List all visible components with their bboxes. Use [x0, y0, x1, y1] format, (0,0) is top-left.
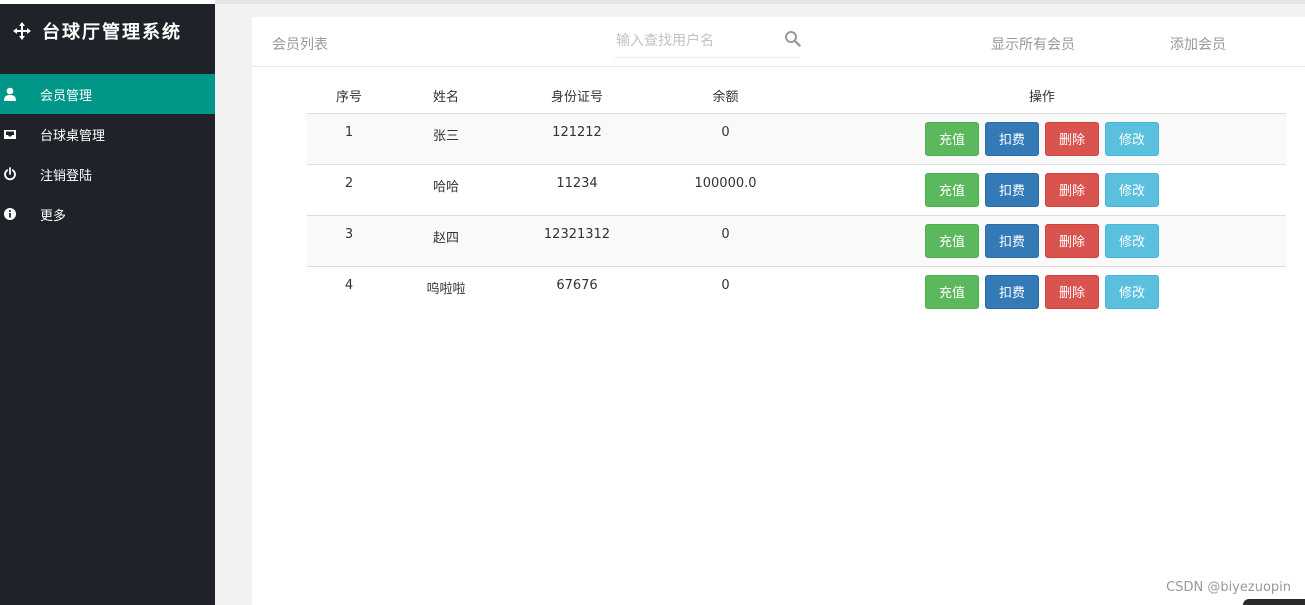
column-header-name: 姓名	[391, 79, 501, 114]
table-header-row: 序号 姓名 身份证号 余额 操作	[307, 79, 1286, 114]
page-title: 会员列表	[272, 37, 328, 53]
cell-operations: 充值 扣费 删除 修改	[798, 113, 1286, 165]
cell-index: 2	[307, 164, 391, 216]
user-icon	[3, 87, 17, 101]
sidebar-item-label: 注销登陆	[40, 168, 93, 184]
panel-header: 会员列表 显示所有会员 添加会员	[252, 17, 1305, 67]
cell-name: 呜啦啦	[426, 281, 466, 297]
table-row: 1 张三 121212 0 充值 扣费 删除 修改	[307, 113, 1286, 165]
delete-button[interactable]: 删除	[1045, 223, 1099, 258]
edit-button[interactable]: 修改	[1105, 172, 1159, 207]
delete-button[interactable]: 删除	[1045, 121, 1099, 156]
cell-id-number: 121212	[501, 113, 653, 165]
cell-id-number: 11234	[501, 164, 653, 216]
cell-name: 哈哈	[391, 164, 501, 216]
add-member-link[interactable]: 添加会员	[1170, 34, 1226, 54]
sidebar-item-label: 台球桌管理	[40, 128, 106, 144]
recharge-button[interactable]: 充值	[925, 172, 979, 207]
members-table: 序号 姓名 身份证号 余额 操作 1 张三 121212 0 充值 扣费 删除 …	[307, 79, 1286, 317]
sidebar-item-member-management[interactable]: 会员管理	[0, 74, 215, 114]
cell-balance: 0	[653, 113, 798, 165]
watermark: CSDN @biyezuopin	[1166, 580, 1291, 595]
recharge-button[interactable]: 充值	[925, 121, 979, 156]
app-title-text: 台球厅管理系统	[42, 22, 182, 43]
info-icon	[3, 207, 17, 221]
cell-operations: 充值 扣费 删除 修改	[798, 164, 1286, 216]
cell-index: 3	[307, 215, 391, 267]
table-row: 4 呜啦啦 67676 0 充值 扣费 删除 修改	[307, 266, 1286, 317]
recharge-button[interactable]: 充值	[925, 274, 979, 309]
cell-id-number: 67676	[556, 277, 598, 293]
top-divider	[215, 0, 1305, 4]
edit-button[interactable]: 修改	[1105, 223, 1159, 258]
search-box	[614, 27, 802, 58]
app-title: 台球厅管理系统	[12, 16, 182, 46]
column-header-operations: 操作	[798, 79, 1286, 114]
edit-button[interactable]: 修改	[1105, 274, 1159, 309]
cell-id-number: 12321312	[501, 215, 653, 267]
edit-button[interactable]: 修改	[1105, 121, 1159, 156]
cell-balance: 0	[721, 277, 730, 293]
search-input[interactable]	[614, 27, 774, 55]
cell-name: 张三	[391, 113, 501, 165]
corner-decoration	[1243, 599, 1305, 605]
cell-balance: 0	[653, 215, 798, 267]
delete-button[interactable]: 删除	[1045, 274, 1099, 309]
table-row: 2 哈哈 11234 100000.0 充值 扣费 删除 修改	[307, 164, 1286, 216]
cell-operations: 充值 扣费 删除 修改	[798, 266, 1286, 317]
sidebar-nav: 会员管理 台球桌管理 注销登陆 更多	[0, 74, 215, 234]
power-icon	[3, 167, 17, 181]
column-header-index: 序号	[307, 79, 391, 114]
recharge-button[interactable]: 充值	[925, 223, 979, 258]
sidebar-item-label: 更多	[40, 208, 67, 224]
deduct-button[interactable]: 扣费	[985, 223, 1039, 258]
deduct-button[interactable]: 扣费	[985, 121, 1039, 156]
sidebar-item-logout[interactable]: 注销登陆	[0, 154, 215, 194]
sidebar-item-more[interactable]: 更多	[0, 194, 215, 234]
cell-index: 1	[307, 113, 391, 165]
cell-index: 4	[344, 277, 354, 293]
cell-name: 赵四	[391, 215, 501, 267]
inbox-icon	[3, 127, 17, 141]
sidebar: 台球厅管理系统 会员管理 台球桌管理 注销登陆 更多	[0, 4, 215, 605]
column-header-balance: 余额	[653, 79, 798, 114]
cell-operations: 充值 扣费 删除 修改	[798, 215, 1286, 267]
cell-balance: 100000.0	[653, 164, 798, 216]
column-header-id-number: 身份证号	[501, 79, 653, 114]
sidebar-item-label: 会员管理	[40, 88, 93, 104]
delete-button[interactable]: 删除	[1045, 172, 1099, 207]
table-row: 3 赵四 12321312 0 充值 扣费 删除 修改	[307, 215, 1286, 267]
app-logo-icon	[13, 22, 31, 40]
search-icon[interactable]	[784, 30, 802, 48]
show-all-members-link[interactable]: 显示所有会员	[991, 34, 1075, 54]
deduct-button[interactable]: 扣费	[985, 274, 1039, 309]
deduct-button[interactable]: 扣费	[985, 172, 1039, 207]
sidebar-item-table-management[interactable]: 台球桌管理	[0, 114, 215, 154]
